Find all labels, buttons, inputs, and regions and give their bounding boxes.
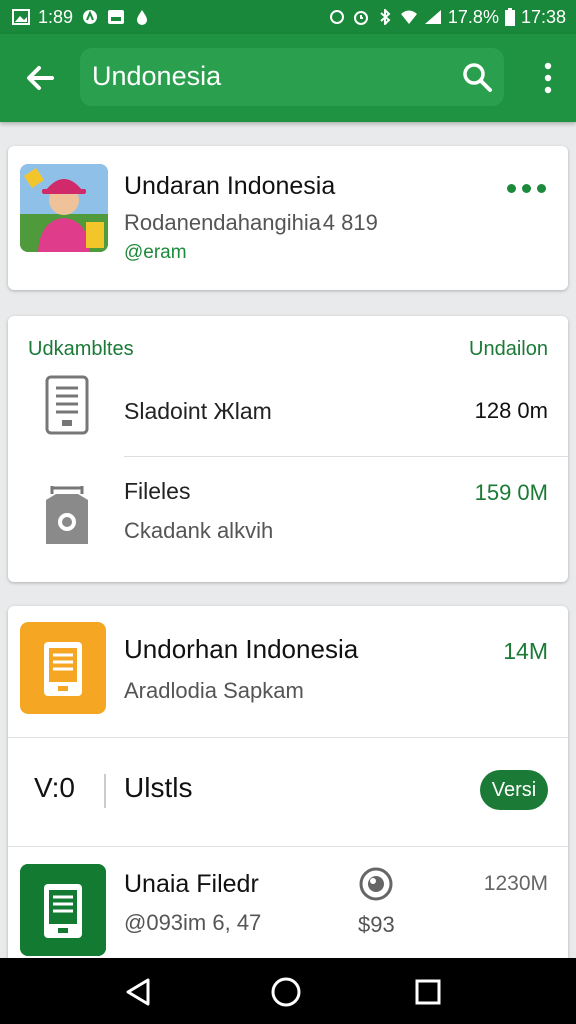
profile-handle[interactable]: @eram — [124, 242, 187, 264]
battery-percent: 17.8% — [447, 6, 499, 27]
app-card: Undorhan Indonesia Aradlodia Sapkam 14M … — [8, 606, 568, 966]
nav-home-button[interactable] — [266, 972, 306, 1012]
nav-recents-icon — [415, 979, 441, 1005]
app-size: 14M — [503, 638, 548, 664]
more-horiz-icon[interactable] — [507, 184, 546, 193]
nav-back-button[interactable] — [118, 972, 158, 1012]
app-bar: Undonesia — [0, 34, 576, 122]
drop-icon — [137, 10, 148, 25]
avatar — [20, 164, 108, 252]
file-title: Unaia Filedr — [124, 870, 259, 898]
nav-recents-button[interactable] — [408, 972, 448, 1012]
signal-icon — [424, 10, 441, 24]
news-icon — [108, 10, 125, 24]
divider — [124, 456, 568, 457]
file-document-icon — [20, 864, 106, 956]
version-badge[interactable]: Versi — [480, 770, 548, 810]
list-item[interactable]: Sladoint Жlam 128 0m — [8, 374, 568, 456]
app-title: Undorhan Indonesia — [124, 634, 359, 664]
app-document-icon — [20, 622, 106, 714]
more-vert-icon[interactable] — [536, 58, 560, 98]
storage-card: Udkambltes Undailon Sladoint Жlam 128 0m… — [8, 316, 568, 582]
search-box[interactable]: Undonesia — [80, 48, 504, 106]
eye-icon[interactable] — [358, 866, 394, 902]
divider — [8, 846, 568, 847]
profile-card[interactable]: Undaran Indonesia Rodanendahangihia 4 81… — [8, 146, 568, 290]
nav-home-icon — [271, 977, 301, 1007]
wifi-icon — [400, 10, 417, 24]
search-icon[interactable] — [460, 60, 494, 94]
list-item[interactable]: Fileles Ckadank alkvih 159 0M — [8, 476, 568, 566]
list-item-size: 159 0M — [474, 480, 548, 505]
battery-icon — [504, 8, 515, 26]
profile-title: Undaran Indonesia — [124, 172, 336, 200]
file-price: $93 — [358, 912, 395, 937]
back-button[interactable] — [18, 56, 62, 100]
camera-icon — [46, 486, 88, 544]
document-icon — [45, 375, 89, 435]
back-arrow-icon — [27, 66, 54, 90]
version-label: V:0 — [34, 772, 75, 803]
file-size: 1230M — [483, 872, 548, 895]
section-header-right[interactable]: Undailon — [469, 338, 548, 361]
divider — [104, 774, 106, 808]
app-subtitle: Aradlodia Sapkam — [124, 678, 304, 703]
alarm-icon — [353, 11, 368, 25]
status-time-left: 1:89 — [38, 6, 74, 27]
search-input[interactable]: Undonesia — [92, 61, 221, 92]
list-item-title: Fileles — [124, 478, 191, 504]
version-name: Ulstls — [124, 772, 193, 803]
navigation-bar — [0, 958, 576, 1024]
status-time-right: 17:38 — [520, 6, 566, 27]
list-item-size: 128 0m — [474, 398, 548, 423]
file-subtitle: @093im 6, 47 — [124, 910, 262, 935]
profile-subtitle: Rodanendahangihia 4 819 — [124, 210, 378, 235]
status-bar: 1:89 17.8% 17:38 — [0, 0, 576, 34]
app-notification-icon — [83, 10, 98, 24]
divider — [8, 737, 568, 738]
nav-back-icon — [126, 978, 150, 1006]
bluetooth-icon — [380, 9, 391, 25]
sync-icon — [329, 10, 344, 24]
section-header-left: Udkambltes — [28, 338, 134, 360]
list-item-title: Sladoint Жlam — [124, 398, 272, 424]
gallery-icon — [12, 9, 30, 25]
list-item-subtitle: Ckadank alkvih — [124, 518, 274, 543]
